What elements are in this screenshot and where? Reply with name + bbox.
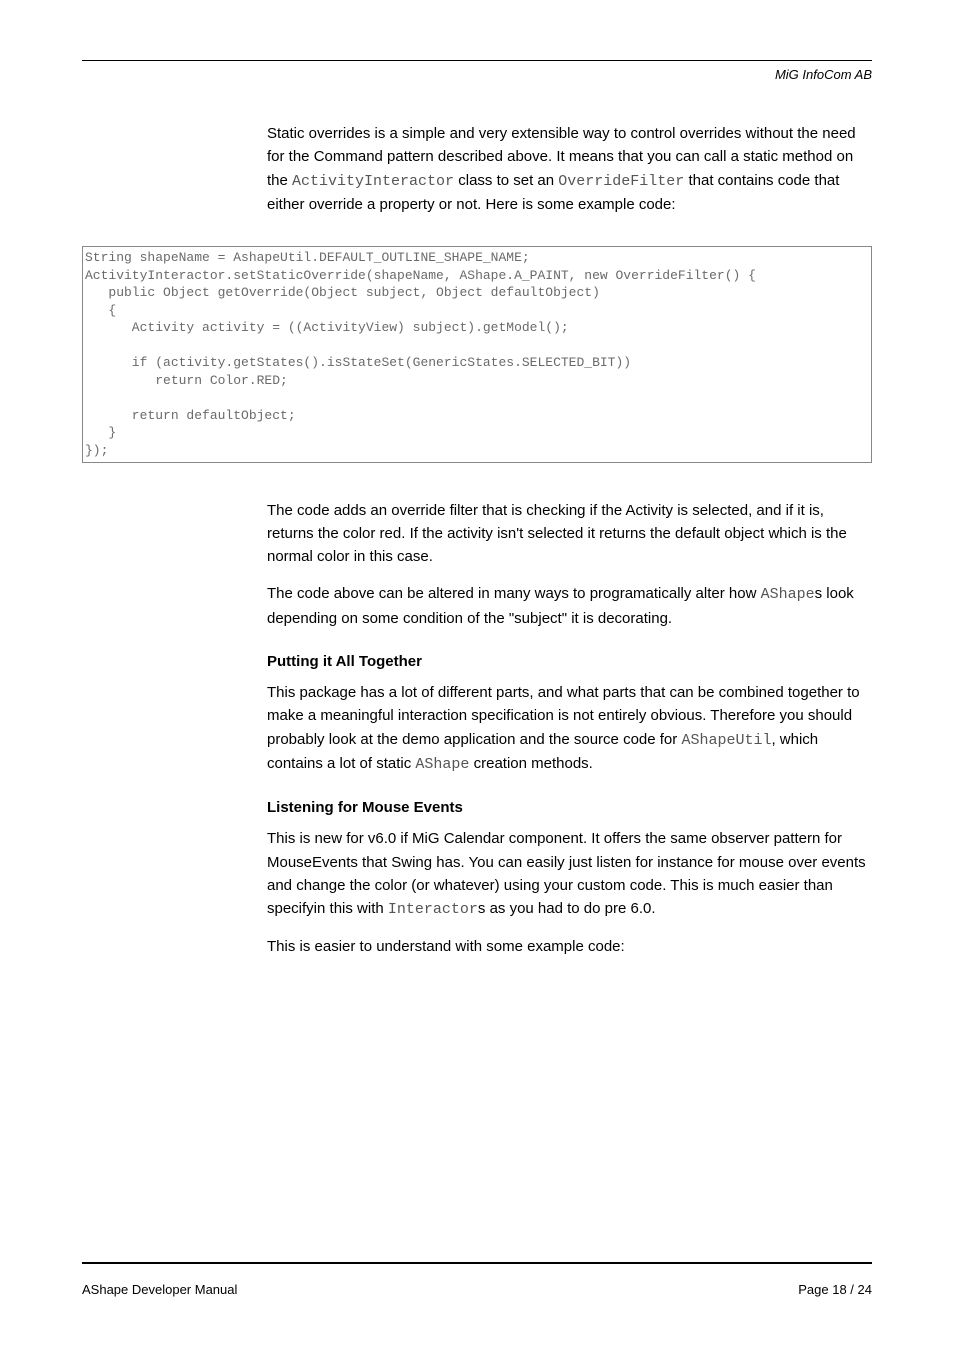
code-block: String shapeName = AshapeUtil.DEFAULT_OU… — [82, 246, 872, 463]
after-code-p2a: The code above can be altered in many wa… — [267, 585, 761, 602]
footer-row: AShape Developer Manual Page 18 / 24 — [82, 1282, 872, 1297]
after-code-block: The code adds an override filter that is… — [267, 499, 872, 959]
after-code-p1: The code adds an override filter that is… — [267, 499, 872, 569]
putting-p1: This package has a lot of different part… — [267, 681, 872, 776]
listening-title: Listening for Mouse Events — [267, 796, 872, 819]
code-activityinteractor: ActivityInteractor — [292, 173, 454, 190]
code-overridefilter: OverrideFilter — [558, 173, 684, 190]
listening-p1: This is new for v6.0 if MiG Calendar com… — [267, 827, 872, 921]
footer-rule — [82, 1262, 872, 1264]
header-rule — [82, 60, 872, 61]
code-ashape-2: AShape — [415, 756, 469, 773]
footer-right: Page 18 / 24 — [798, 1282, 872, 1297]
listening-p1b: s as you had to do pre 6.0. — [478, 900, 656, 917]
intro-text-2: class to set an — [454, 172, 558, 189]
code-ashape-1: AShape — [761, 586, 815, 603]
intro-paragraph: Static overrides is a simple and very ex… — [267, 122, 872, 216]
header-company: MiG InfoCom AB — [82, 67, 872, 82]
code-interactor: Interactor — [388, 901, 478, 918]
listening-p2: This is easier to understand with some e… — [267, 935, 872, 958]
putting-p1c: creation methods. — [469, 755, 592, 772]
putting-title: Putting it All Together — [267, 650, 872, 673]
code-ashapeutil: AShapeUtil — [681, 732, 771, 749]
after-code-p2: The code above can be altered in many wa… — [267, 582, 872, 630]
footer-left: AShape Developer Manual — [82, 1282, 237, 1297]
intro-block: Static overrides is a simple and very ex… — [267, 122, 872, 216]
footer: AShape Developer Manual Page 18 / 24 — [82, 1254, 872, 1297]
page: MiG InfoCom AB Static overrides is a sim… — [0, 0, 954, 1351]
